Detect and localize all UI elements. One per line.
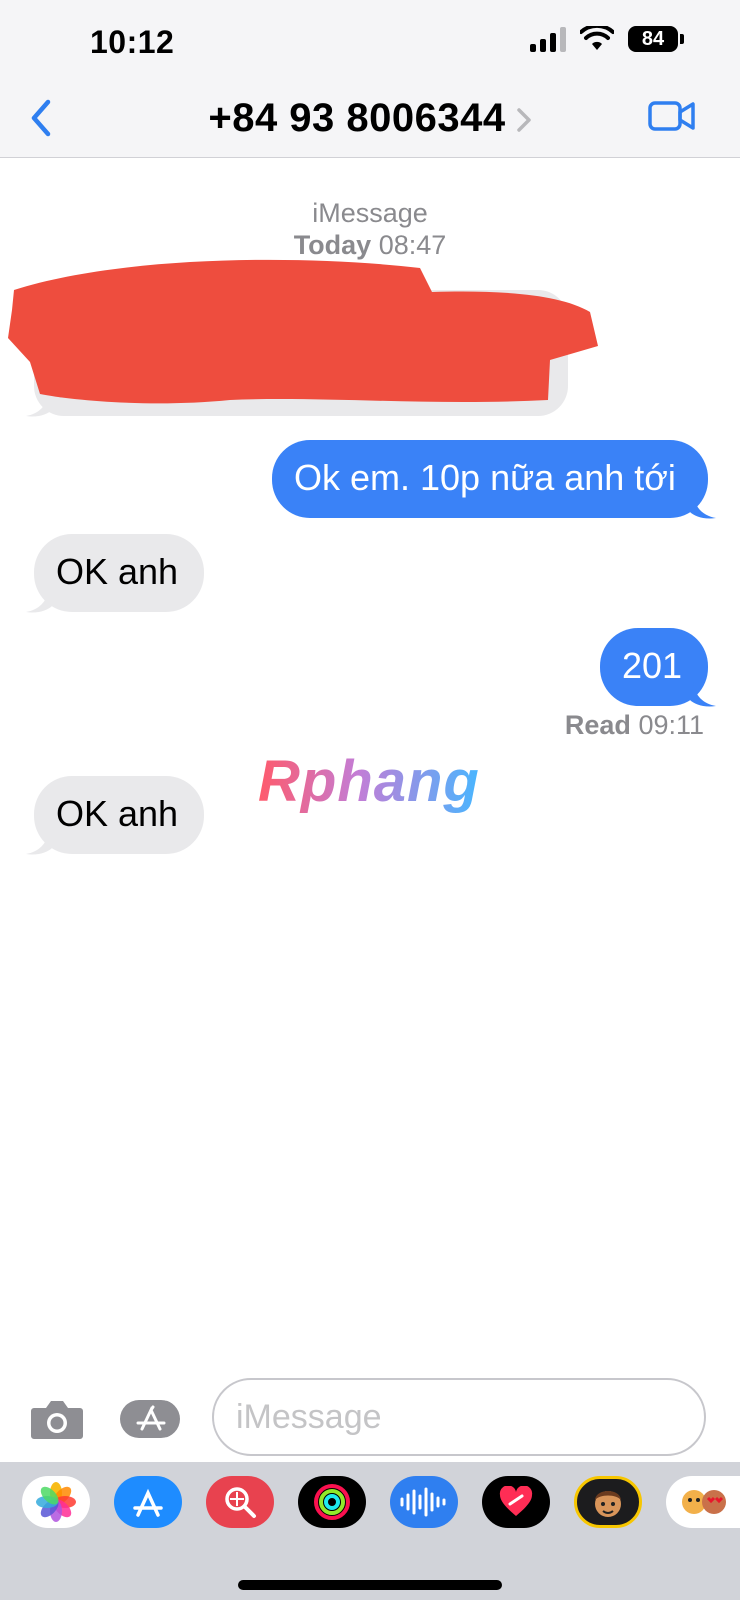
audio-message-icon[interactable]	[390, 1476, 458, 1528]
activity-icon[interactable]	[298, 1476, 366, 1528]
photos-glyph	[36, 1482, 76, 1522]
status-indicators: 84	[530, 26, 684, 52]
contact-title[interactable]: +84 93 8006344	[0, 96, 740, 141]
app-store-glyph	[133, 1488, 163, 1517]
camera-icon[interactable]	[30, 1398, 84, 1440]
memoji-icon[interactable]	[574, 1476, 642, 1528]
app-drawer	[0, 1462, 740, 1600]
bubble-tail	[690, 682, 716, 707]
redaction-scribble	[8, 259, 598, 404]
message-bubble-incoming[interactable]: OK anh	[34, 534, 204, 612]
chevron-right-icon	[516, 108, 531, 133]
app-store-apps-icon[interactable]	[120, 1398, 186, 1440]
read-time: 09:11	[638, 710, 704, 740]
heart-glyph	[499, 1486, 533, 1516]
photos-icon[interactable]	[22, 1476, 90, 1528]
video-call-icon[interactable]	[648, 100, 696, 132]
battery-level: 84	[628, 26, 678, 52]
activity-rings-glyph	[314, 1484, 350, 1520]
app-store-icon[interactable]	[114, 1476, 182, 1528]
message-text: 201	[622, 645, 683, 686]
message-bubble-outgoing[interactable]: Ok em. 10p nữa anh tới	[272, 440, 708, 518]
message-text: OK anh	[56, 551, 179, 592]
bubble-tail	[26, 830, 52, 855]
image-search-icon[interactable]	[206, 1476, 274, 1528]
status-time: 10:12	[90, 24, 175, 60]
memoji-stickers-icon[interactable]	[666, 1476, 740, 1528]
wifi-icon	[580, 26, 614, 50]
message-bubble-incoming[interactable]: OK anh	[34, 776, 204, 854]
image-search-glyph	[225, 1487, 256, 1518]
home-indicator[interactable]	[238, 1580, 502, 1590]
memoji-face-glyph	[595, 1491, 621, 1517]
read-label: Read	[564, 710, 631, 740]
navigation-header: 10:12 84 +84 93 8006344	[0, 0, 740, 158]
service-label: iMessage	[312, 198, 428, 228]
message-text: Ok em. 10p nữa anh tới	[294, 457, 676, 498]
battery-icon: 84	[628, 26, 684, 52]
waveform-glyph	[400, 1487, 446, 1517]
read-receipt: Read 09:11	[565, 710, 704, 741]
memoji-stickers-glyph	[682, 1490, 726, 1514]
digital-touch-icon[interactable]	[482, 1476, 550, 1528]
cellular-signal-icon	[530, 26, 566, 52]
message-text: OK anh	[56, 793, 179, 834]
bubble-tail	[26, 588, 52, 613]
bubble-tail	[690, 494, 716, 519]
message-input[interactable]	[212, 1378, 706, 1456]
watermark-logo: Rphang	[258, 749, 480, 814]
contact-number: +84 93 8006344	[208, 96, 506, 140]
